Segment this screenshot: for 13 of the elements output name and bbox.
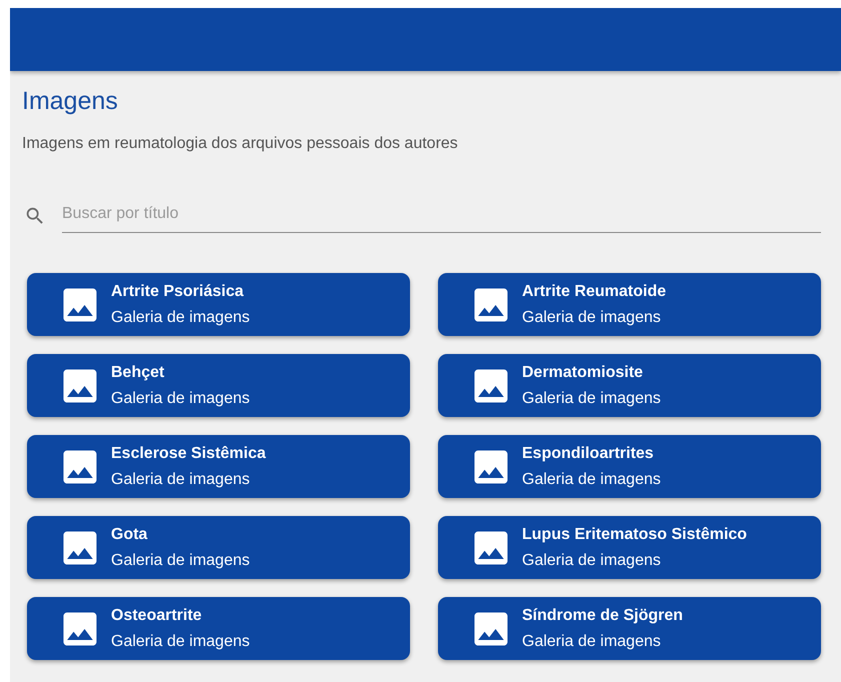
page-title: Imagens (22, 86, 119, 117)
gallery-card[interactable]: Síndrome de Sjögren Galeria de imagens (438, 597, 821, 660)
page-subtitle: Imagens em reumatologia dos arquivos pessoais dos autores (22, 134, 459, 154)
gallery-card[interactable]: Artrite Reumatoide Galeria de imagens (438, 273, 821, 336)
gallery-card[interactable]: Behçet Galeria de imagens (27, 354, 410, 417)
search-field[interactable]: Buscar por título (62, 199, 821, 233)
gallery-card[interactable]: Gota Galeria de imagens (27, 516, 410, 579)
gallery-card[interactable]: Dermatomiosite Galeria de imagens (438, 354, 821, 417)
gallery-card[interactable]: Esclerose Sistêmica Galeria de imagens (27, 435, 410, 498)
gallery-card[interactable]: Espondiloartrites Galeria de imagens (438, 435, 821, 498)
gallery-card[interactable]: Osteoartrite Galeria de imagens (27, 597, 410, 660)
gallery-card[interactable]: Lupus Eritematoso Sistêmico Galeria de imagens (438, 516, 821, 579)
gallery-card[interactable]: Artrite Psoriásica Galeria de imagens (27, 273, 410, 336)
